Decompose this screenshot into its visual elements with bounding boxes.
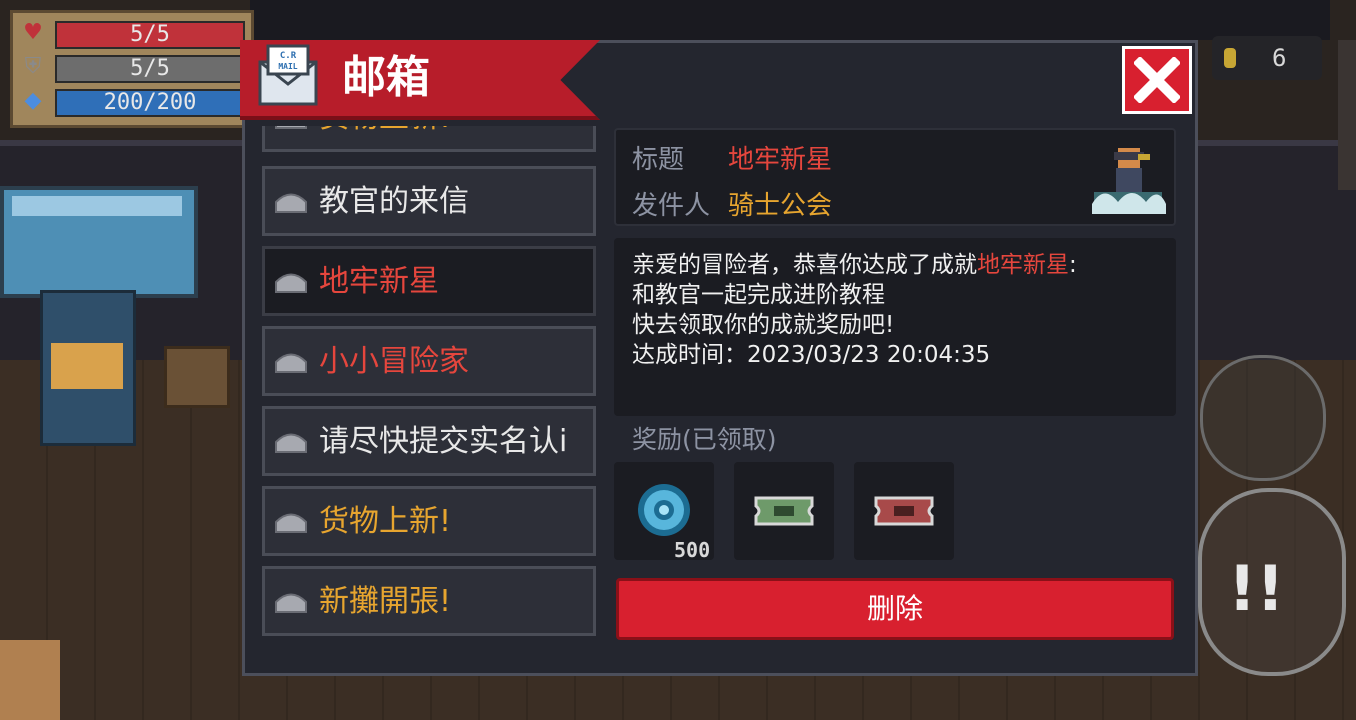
mail-subject: 地牢新星 (728, 145, 833, 175)
envelope-icon (275, 593, 307, 613)
mail-list-label: 教官的来信 (319, 184, 469, 219)
mail-list-label: 地牢新星 (319, 264, 439, 299)
coin-counter: 6 (1212, 36, 1322, 80)
mail-list[interactable]: 货物上新! 教官的来信地牢新星小小冒险家请尽快提交实名认i 货物上新! 新攤開張! (258, 126, 602, 646)
coin-icon (1224, 48, 1236, 68)
player-stats-hud: ♥ 5/5 ⛨ 5/5 ◆ 200/200 (10, 10, 254, 128)
mail-list-label: 小小冒险家 (319, 344, 469, 379)
envelope-icon (275, 193, 307, 213)
mail-list-item[interactable]: 货物上新! (262, 486, 596, 556)
envelope-icon (275, 433, 307, 453)
envelope-icon (275, 513, 307, 533)
reward-slot-red-ticket[interactable] (854, 462, 954, 560)
mail-list-label: 请尽快提交实名认i (319, 424, 568, 459)
energy-value: 200/200 (55, 89, 245, 117)
mail-list-label: 新攤開張! (319, 584, 452, 619)
body-line-2: 和教官一起完成进阶教程 (632, 282, 885, 308)
green-ticket-icon (754, 496, 814, 526)
weapon-swap-button[interactable] (1200, 355, 1326, 481)
svg-text:MAIL: MAIL (278, 62, 297, 71)
body-text-start: 亲爱的冒险者，恭喜你达成了成就 (632, 252, 977, 278)
sender-label: 发件人 (632, 191, 711, 221)
mail-list-item[interactable]: 货物上新! (262, 126, 596, 152)
exclamation-icon: !! (1228, 552, 1285, 625)
coin-count: 6 (1272, 44, 1287, 72)
energy-diamond-icon: ◆ (24, 88, 42, 113)
body-line-1: 亲爱的冒险者，恭喜你达成了成就地牢新星: (632, 250, 1077, 280)
delete-button[interactable]: 删除 (616, 578, 1174, 640)
delete-label: 删除 (866, 592, 923, 625)
envelope-icon (275, 273, 307, 293)
reward-slot-green-ticket[interactable] (734, 462, 834, 560)
claw-machine (40, 290, 136, 446)
mail-list-item[interactable]: 请尽快提交实名认i (262, 406, 596, 476)
pause-edge (1338, 40, 1356, 190)
close-x-icon (1134, 57, 1180, 103)
mail-sender: 骑士公会 (728, 191, 833, 221)
mail-list-item[interactable]: 新攤開張! (262, 566, 596, 636)
svg-text:C.R: C.R (280, 51, 297, 61)
reward-slot-gems[interactable]: 500 (614, 462, 714, 562)
energy-row: ◆ 200/200 (21, 87, 247, 117)
mail-list-item[interactable]: 小小冒险家 (262, 326, 596, 396)
mailbox-title: 邮箱 (342, 52, 430, 103)
armor-value: 5/5 (55, 55, 245, 83)
rewards-label: 奖励(已领取) (632, 425, 777, 454)
mail-body: 亲爱的冒险者，恭喜你达成了成就地牢新星: 和教官一起完成进阶教程 快去领取你的成… (614, 238, 1176, 416)
subject-label: 标题 (632, 145, 685, 175)
wall-poster (0, 186, 198, 298)
knight-achievement-icon (1092, 148, 1166, 214)
reward-count: 500 (674, 538, 711, 562)
heart-icon: ♥ (23, 20, 43, 45)
hp-row: ♥ 5/5 (21, 19, 247, 49)
mail-list-item[interactable]: 教官的来信 (262, 166, 596, 236)
achievement-name: 地牢新星 (977, 252, 1069, 278)
treasure-crate (164, 346, 230, 408)
close-button[interactable] (1122, 46, 1192, 114)
shield-icon: ⛨ (24, 54, 42, 79)
mail-envelope-icon: C.R MAIL (258, 44, 318, 106)
armor-row: ⛨ 5/5 (21, 53, 247, 83)
hp-value: 5/5 (55, 21, 245, 49)
envelope-icon (275, 353, 307, 373)
mail-list-label: 货物上新! (319, 504, 452, 539)
top-wall-strip (250, 0, 1330, 40)
pet-dog-sprite (0, 640, 60, 720)
mail-list-item[interactable]: 地牢新星 (262, 246, 596, 316)
envelope-icon (275, 126, 307, 129)
gem-coin-icon (638, 484, 690, 536)
skill-button[interactable]: !! (1198, 488, 1346, 676)
red-ticket-icon (874, 496, 934, 526)
mail-header: 标题 地牢新星 发件人 骑士公会 (614, 128, 1176, 226)
body-text-end: : (1069, 252, 1077, 278)
mail-list-label: 货物上新! (319, 126, 451, 137)
body-line-3: 快去领取你的成就奖励吧! (632, 312, 895, 338)
body-line-4: 达成时间：2023/03/23 20:04:35 (632, 342, 991, 368)
